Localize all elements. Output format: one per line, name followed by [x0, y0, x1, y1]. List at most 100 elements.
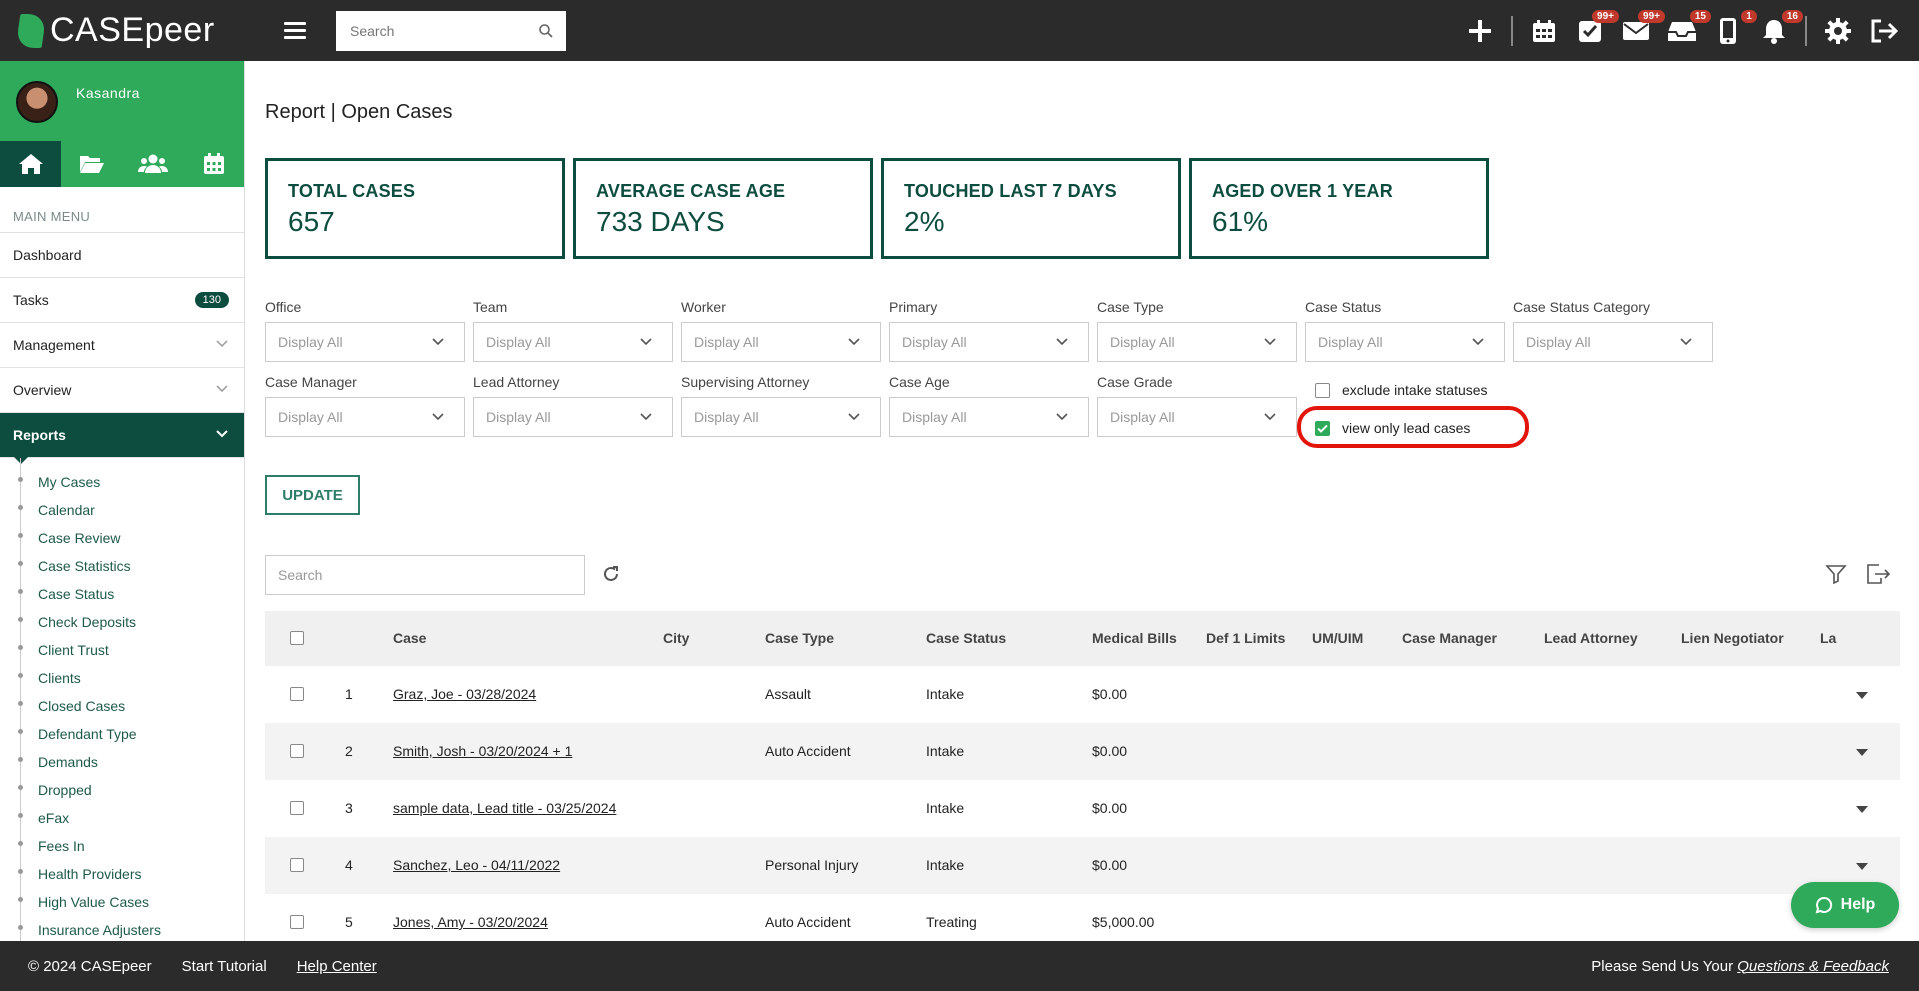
- logout-icon[interactable]: [1869, 16, 1899, 46]
- inbox-tray-icon[interactable]: 15: [1667, 9, 1711, 46]
- report-link[interactable]: Client Trust: [0, 636, 244, 664]
- row-checkbox[interactable]: [290, 915, 304, 929]
- filter-group: Primary Display All: [889, 299, 1089, 362]
- user-name: Kasandra: [76, 85, 140, 101]
- row-expand-caret-icon[interactable]: [1856, 806, 1868, 813]
- refresh-icon[interactable]: [601, 564, 621, 584]
- search-icon[interactable]: [538, 23, 554, 39]
- bell-icon[interactable]: 16: [1759, 9, 1803, 46]
- report-link[interactable]: Demands: [0, 748, 244, 776]
- filter-select[interactable]: Display All: [473, 397, 673, 437]
- exclude-intake-checkbox[interactable]: [1315, 382, 1330, 398]
- sidebar-item-management[interactable]: Management: [0, 323, 244, 368]
- report-link[interactable]: Clients: [0, 664, 244, 692]
- column-header[interactable]: Case Manager: [1402, 630, 1497, 646]
- report-link[interactable]: Fees In: [0, 832, 244, 860]
- report-link[interactable]: My Cases: [0, 468, 244, 496]
- case-link[interactable]: sample data, Lead title - 03/25/2024: [393, 800, 616, 816]
- exclude-intake-checkbox-row[interactable]: exclude intake statuses: [1315, 382, 1488, 398]
- filter-select[interactable]: Display All: [681, 322, 881, 362]
- report-link[interactable]: High Value Cases: [0, 888, 244, 916]
- column-header[interactable]: City: [663, 630, 689, 646]
- help-label: Help: [1840, 896, 1876, 913]
- row-number: 1: [345, 686, 353, 702]
- global-search-input[interactable]: [350, 22, 552, 39]
- filter-value: Display All: [486, 409, 551, 425]
- column-header[interactable]: Case Type: [765, 630, 834, 646]
- tab-home[interactable]: [0, 141, 61, 187]
- report-link[interactable]: Health Providers: [0, 860, 244, 888]
- help-center-link[interactable]: Help Center: [297, 958, 377, 975]
- filter-select[interactable]: Display All: [1097, 322, 1297, 362]
- avatar[interactable]: [16, 81, 58, 123]
- filter-select[interactable]: Display All: [1305, 322, 1505, 362]
- column-header[interactable]: Case: [393, 630, 426, 646]
- phone-icon[interactable]: 1: [1713, 9, 1757, 46]
- filter-group: Case Status Display All: [1305, 299, 1505, 362]
- select-all-checkbox[interactable]: [290, 631, 304, 645]
- column-header[interactable]: Def 1 Limits: [1206, 630, 1285, 646]
- stat-value: 61%: [1212, 206, 1269, 237]
- report-link[interactable]: Dropped: [0, 776, 244, 804]
- row-expand-caret-icon[interactable]: [1856, 692, 1868, 699]
- column-header[interactable]: Medical Bills: [1092, 630, 1177, 646]
- report-link[interactable]: eFax: [0, 804, 244, 832]
- sidebar-item-overview[interactable]: Overview: [0, 368, 244, 413]
- case-link[interactable]: Jones, Amy - 03/20/2024: [393, 914, 548, 930]
- row-expand-caret-icon[interactable]: [1856, 749, 1868, 756]
- report-link[interactable]: Case Status: [0, 580, 244, 608]
- user-profile[interactable]: Kasandra: [0, 61, 244, 141]
- filter-select[interactable]: Display All: [265, 322, 465, 362]
- case-link[interactable]: Smith, Josh - 03/20/2024 + 1: [393, 743, 572, 759]
- start-tutorial-link[interactable]: Start Tutorial: [182, 958, 267, 975]
- filter-select[interactable]: Display All: [681, 397, 881, 437]
- mail-icon[interactable]: 99+: [1621, 9, 1665, 46]
- filter-icon[interactable]: [1825, 563, 1847, 585]
- case-link[interactable]: Sanchez, Leo - 04/11/2022: [393, 857, 560, 873]
- update-button[interactable]: UPDATE: [265, 475, 360, 515]
- column-header[interactable]: Lien Negotiator: [1681, 630, 1784, 646]
- filter-label: Case Status Category: [1513, 299, 1650, 315]
- tab-cases[interactable]: [61, 141, 122, 187]
- case-link[interactable]: Graz, Joe - 03/28/2024: [393, 686, 536, 702]
- column-header[interactable]: UM/UIM: [1312, 630, 1363, 646]
- report-link[interactable]: Closed Cases: [0, 692, 244, 720]
- plus-icon[interactable]: [1465, 16, 1495, 46]
- case-type-cell: Personal Injury: [765, 857, 859, 873]
- filter-select[interactable]: Display All: [265, 397, 465, 437]
- filter-select[interactable]: Display All: [889, 322, 1089, 362]
- export-icon[interactable]: [1865, 563, 1891, 585]
- row-checkbox[interactable]: [290, 744, 304, 758]
- filter-select[interactable]: Display All: [889, 397, 1089, 437]
- gear-icon[interactable]: [1823, 16, 1853, 46]
- row-expand-caret-icon[interactable]: [1856, 863, 1868, 870]
- logo[interactable]: CASEpeer: [15, 11, 248, 50]
- main-menu-label: MAIN MENU: [0, 187, 244, 233]
- feedback-link[interactable]: Questions & Feedback: [1737, 958, 1889, 975]
- tasks-check-icon[interactable]: 99+: [1575, 9, 1619, 46]
- calendar-icon[interactable]: [1529, 16, 1559, 46]
- filter-select[interactable]: Display All: [1513, 322, 1713, 362]
- sidebar-item-reports[interactable]: Reports: [0, 413, 244, 464]
- row-checkbox[interactable]: [290, 801, 304, 815]
- report-link[interactable]: Defendant Type: [0, 720, 244, 748]
- report-link[interactable]: Insurance Adjusters: [0, 916, 244, 941]
- table-search-input[interactable]: Search: [265, 555, 585, 595]
- report-link[interactable]: Case Review: [0, 524, 244, 552]
- row-checkbox[interactable]: [290, 858, 304, 872]
- report-link[interactable]: Check Deposits: [0, 608, 244, 636]
- filter-select[interactable]: Display All: [473, 322, 673, 362]
- report-link[interactable]: Case Statistics: [0, 552, 244, 580]
- filter-select[interactable]: Display All: [1097, 397, 1297, 437]
- report-link[interactable]: Calendar: [0, 496, 244, 524]
- sidebar-item-tasks[interactable]: Tasks 130: [0, 278, 244, 323]
- column-header[interactable]: Lead Attorney: [1544, 630, 1638, 646]
- column-header[interactable]: Case Status: [926, 630, 1006, 646]
- row-checkbox[interactable]: [290, 687, 304, 701]
- hamburger-menu-icon[interactable]: [284, 18, 306, 43]
- column-header[interactable]: La: [1820, 630, 1836, 646]
- sidebar-item-dashboard[interactable]: Dashboard: [0, 233, 244, 278]
- help-button[interactable]: Help: [1791, 882, 1899, 928]
- tab-calendar[interactable]: [183, 141, 244, 187]
- tab-contacts[interactable]: [122, 141, 183, 187]
